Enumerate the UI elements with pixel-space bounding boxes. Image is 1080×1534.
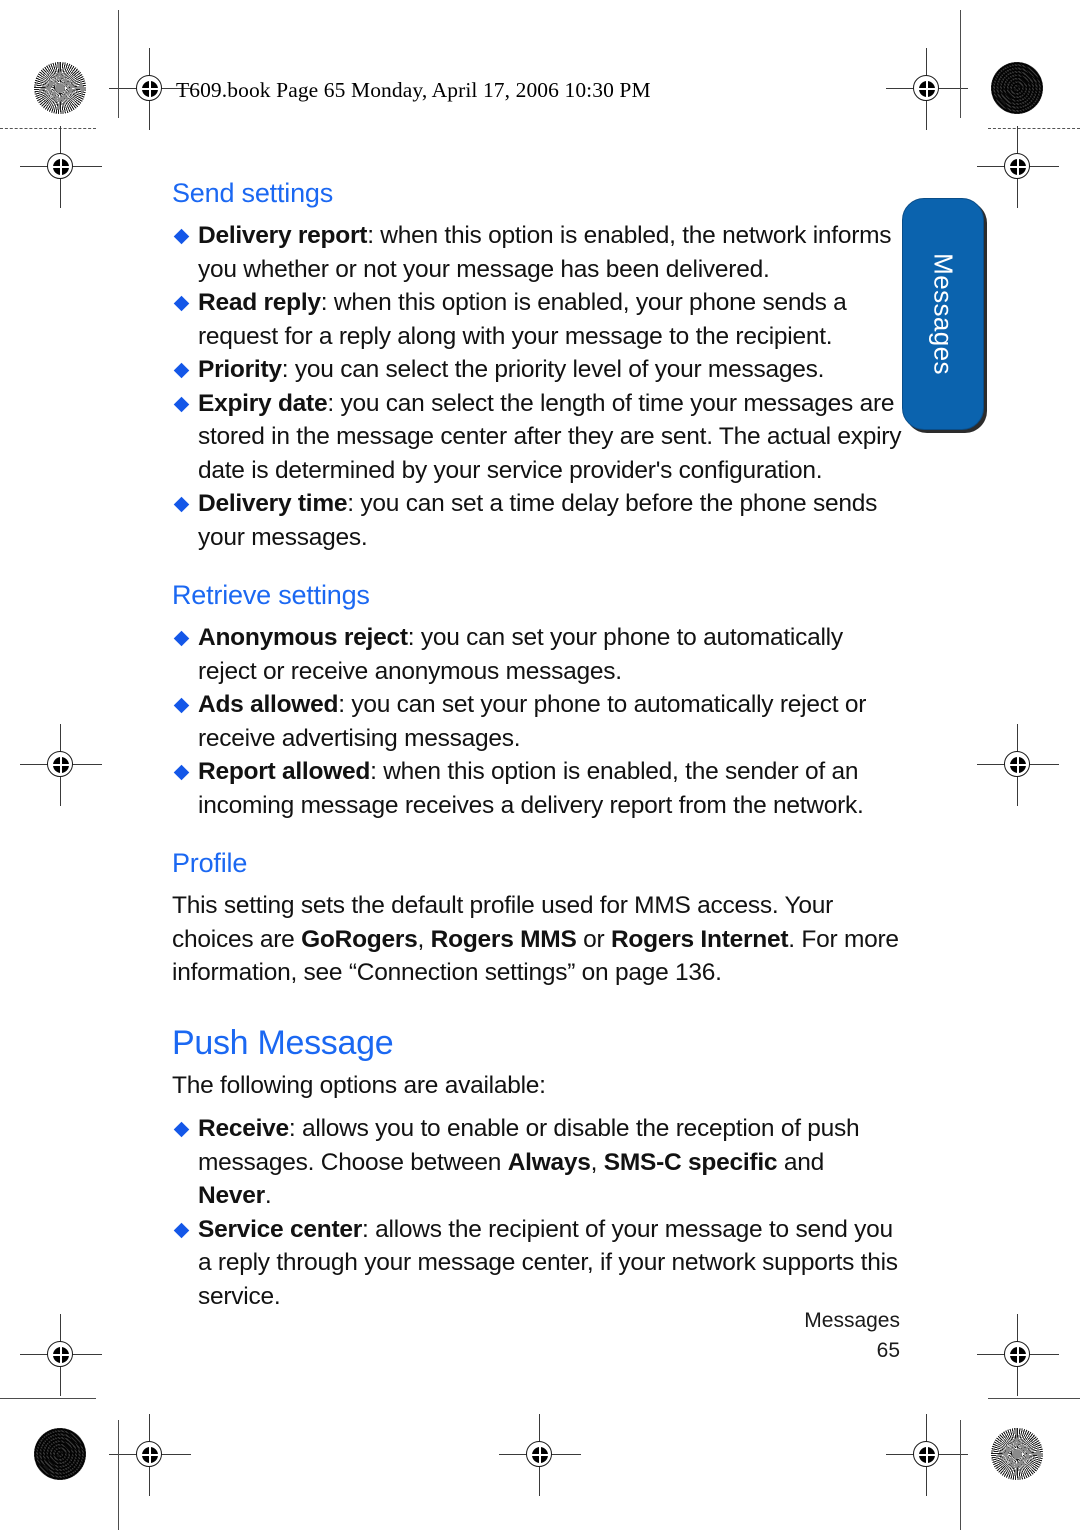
chapter-thumb-tab-label: Messages <box>928 253 959 375</box>
list-item: Expiry date: you can select the length o… <box>172 387 902 488</box>
list-send-settings: Delivery report: when this option is ena… <box>172 219 902 554</box>
registration-mark-right-upper <box>977 126 1059 208</box>
diamond-bullet-icon <box>173 295 190 312</box>
list-item: Receive: allows you to enable or disable… <box>172 1112 902 1213</box>
diamond-bullet-icon <box>173 630 190 647</box>
diamond-bullet-icon <box>173 496 190 513</box>
heading-push-message: Push Message <box>172 1023 394 1062</box>
starburst-mark-bottom-right <box>991 1428 1043 1480</box>
diamond-bullet-icon <box>173 362 190 379</box>
bullet-term: Report allowed <box>198 758 371 785</box>
bullet-term: Expiry date <box>198 389 328 417</box>
diamond-bullet-icon <box>173 396 190 412</box>
manual-page: T609.book Page 65 Monday, April 17, 2006… <box>0 0 1080 1534</box>
profile-separator: or <box>576 925 611 953</box>
list-item: Delivery report: when this option is ena… <box>172 219 902 286</box>
push-separator: , <box>590 1148 604 1176</box>
profile-choice-rogers-mms: Rogers MMS <box>430 925 577 953</box>
chapter-thumb-tab: Messages <box>902 198 984 430</box>
diamond-bullet-icon <box>173 764 190 781</box>
push-separator: and <box>777 1148 824 1176</box>
bullet-text-tail: . <box>264 1182 272 1209</box>
bullet-text: : you can select the priority level of y… <box>281 356 825 383</box>
registration-mark-top-right-inner <box>886 48 968 130</box>
registration-mark-right-lower <box>977 1314 1059 1396</box>
heading-send-settings: Send settings <box>172 178 334 208</box>
registration-mark-left-middle <box>20 724 102 806</box>
halftone-mark-bottom-left <box>34 1428 86 1480</box>
list-push-message: Receive: allows you to enable or disable… <box>172 1112 902 1313</box>
list-retrieve-settings: Anonymous reject: you can set your phone… <box>172 621 902 822</box>
bullet-term: Delivery report <box>198 222 368 249</box>
crop-line-top-right-vertical <box>960 10 962 118</box>
profile-choice-gorogers: GoRogers <box>301 925 418 953</box>
footer-page-number: 65 <box>876 1339 900 1362</box>
paragraph-profile: This setting sets the default profile us… <box>172 889 902 990</box>
diamond-bullet-icon <box>173 1222 190 1238</box>
profile-separator: , <box>417 925 431 953</box>
list-item: Priority: you can select the priority le… <box>172 353 902 387</box>
crop-line-top-left-horizontal <box>0 128 96 129</box>
crop-line-bottom-left-horizontal <box>0 1398 96 1400</box>
list-item: Report allowed: when this option is enab… <box>172 755 902 822</box>
list-item: Anonymous reject: you can set your phone… <box>172 621 902 688</box>
running-header: T609.book Page 65 Monday, April 17, 2006… <box>176 78 651 102</box>
bullet-term: Read reply <box>198 289 321 316</box>
push-option-always: Always <box>507 1148 591 1176</box>
registration-mark-left-lower <box>20 1314 102 1396</box>
footer-chapter: Messages <box>804 1309 900 1332</box>
list-item: Ads allowed: you can set your phone to a… <box>172 688 902 755</box>
heading-retrieve-settings: Retrieve settings <box>172 580 370 610</box>
diamond-bullet-icon <box>173 1121 190 1138</box>
registration-mark-right-middle <box>977 724 1059 806</box>
page-content: Send settings Delivery report: when this… <box>172 178 902 1313</box>
crop-line-bottom-right-horizontal <box>988 1398 1080 1400</box>
registration-mark-bottom-right-inner <box>886 1414 968 1496</box>
crop-line-top-right-horizontal <box>988 128 1080 129</box>
diamond-bullet-icon <box>173 228 190 245</box>
profile-choice-rogers-internet: Rogers Internet <box>610 925 789 953</box>
crop-line-top-left-vertical <box>118 10 120 118</box>
heading-profile: Profile <box>172 848 248 878</box>
crop-line-bottom-left-vertical <box>118 1420 120 1530</box>
halftone-mark-top-right <box>991 62 1043 114</box>
push-option-never: Never <box>198 1182 265 1209</box>
list-item: Delivery time: you can set a time delay … <box>172 487 902 554</box>
paragraph-push-intro: The following options are available: <box>172 1071 546 1099</box>
registration-mark-top-left-inner <box>109 48 191 130</box>
bullet-term: Anonymous reject <box>198 624 408 651</box>
bullet-term: Ads allowed <box>198 691 339 718</box>
page-footer: Messages 65 <box>804 1306 900 1366</box>
list-item: Read reply: when this option is enabled,… <box>172 286 902 353</box>
diamond-bullet-icon <box>173 697 190 714</box>
bullet-term: Priority <box>198 356 282 383</box>
registration-mark-left-upper <box>20 126 102 208</box>
starburst-mark-top-left <box>34 62 86 114</box>
crop-line-bottom-right-vertical <box>960 1420 962 1530</box>
push-option-smsc-specific: SMS-C specific <box>603 1148 778 1176</box>
registration-mark-bottom-center <box>499 1414 581 1496</box>
bullet-term: Receive <box>198 1115 289 1142</box>
list-item: Service center: allows the recipient of … <box>172 1213 902 1314</box>
registration-mark-bottom-left-inner <box>109 1414 191 1496</box>
bullet-term: Service center <box>198 1215 363 1243</box>
bullet-term: Delivery time <box>198 490 348 517</box>
